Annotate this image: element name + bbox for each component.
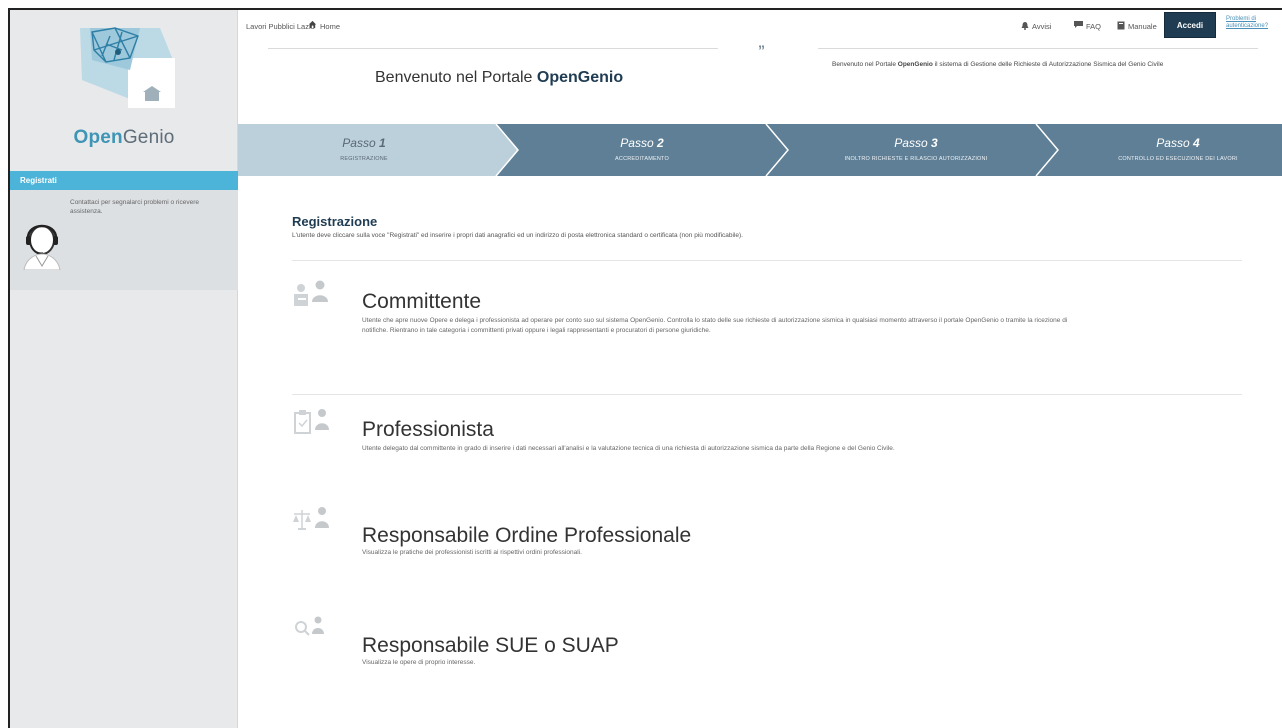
home-icon[interactable]: [308, 20, 317, 29]
role-description: Visualizza le pratiche dei professionist…: [362, 549, 582, 556]
top-bar: Lavori Pubblici Lazio Home Avvisi FAQ Ma…: [238, 10, 1282, 42]
login-button[interactable]: Accedi: [1164, 12, 1216, 38]
role-professionista[interactable]: Professionista Utente delegato dal commi…: [292, 408, 1242, 468]
alerts-link[interactable]: Avvisi: [1032, 22, 1051, 31]
role-title: Responsabile SUE o SUAP: [362, 634, 619, 657]
faq-link[interactable]: FAQ: [1086, 22, 1101, 31]
clipboard-user-icon: [294, 409, 329, 434]
quote-mark: ”: [758, 42, 765, 58]
role-title: Responsabile Ordine Professionale: [362, 524, 692, 547]
role-description: Visualizza le opere di proprio interesse…: [362, 659, 476, 666]
sidebar: OpenGenio Registrati Contattaci per segn…: [10, 10, 238, 728]
steps-bar: Passo 1 REGISTRAZIONE Passo 2 ACCREDITAM…: [238, 124, 1282, 176]
role-description: Utente delegato dal committente in grado…: [362, 445, 895, 452]
welcome-title: Benvenuto nel Portale OpenGenio: [375, 69, 624, 86]
book-icon: [1117, 21, 1125, 30]
welcome-description: Benvenuto nel Portale OpenGenio il siste…: [832, 61, 1164, 68]
register-tab[interactable]: Registrati: [10, 171, 238, 190]
chat-icon: [1074, 21, 1083, 28]
welcome-divider-left: [268, 48, 718, 49]
role-title: Professionista: [362, 418, 494, 441]
support-box[interactable]: Contattaci per segnalarci problemi o ric…: [10, 190, 238, 290]
scale-user-icon: [293, 507, 329, 530]
steps-chevrons: [238, 124, 1282, 176]
headset-support-icon: [23, 224, 61, 270]
breadcrumb-home[interactable]: Home: [320, 22, 340, 31]
welcome-band: Benvenuto nel Portale OpenGenio ” Benven…: [238, 42, 1282, 124]
app-frame: OpenGenio Registrati Contattaci per segn…: [8, 8, 1282, 728]
role-title: Committente: [362, 290, 482, 313]
breadcrumb-site[interactable]: Lavori Pubblici Lazio: [246, 22, 315, 31]
main-content: Registrazione L'utente deve cliccare sul…: [238, 176, 1282, 728]
registration-description: L'utente deve cliccare sulla voce "Regis…: [292, 232, 743, 239]
client-users-icon: [294, 280, 328, 306]
role-ordine-professionale[interactable]: Responsabile Ordine Professionale Visual…: [292, 506, 1242, 556]
section-divider: [292, 394, 1242, 395]
role-committente[interactable]: Committente Utente che apre nuove Opere …: [292, 278, 1242, 358]
bell-icon: [1021, 22, 1029, 30]
role-description: Utente che apre nuove Opere e delega i p…: [362, 317, 1068, 334]
search-user-icon: [295, 616, 324, 636]
auth-problem-link[interactable]: Problemi di autenticazione?: [1226, 16, 1268, 30]
welcome-divider-right: [818, 48, 1258, 49]
role-sue-suap[interactable]: Responsabile SUE o SUAP Visualizza le op…: [292, 616, 1242, 666]
brand-name: OpenGenio: [73, 127, 175, 148]
section-divider: [292, 260, 1242, 261]
support-text: Contattaci per segnalarci problemi o ric…: [70, 199, 199, 215]
manual-link[interactable]: Manuale: [1128, 22, 1157, 31]
opengenio-logo-icon: [80, 27, 175, 108]
logo[interactable]: OpenGenio: [10, 10, 238, 170]
registration-heading: Registrazione: [292, 214, 378, 229]
